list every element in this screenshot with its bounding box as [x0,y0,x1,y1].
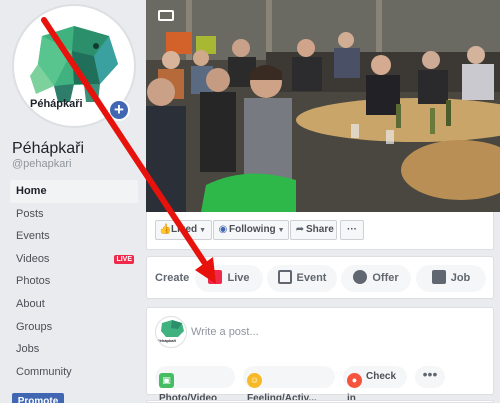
page-title[interactable]: Péhápkaři [12,140,84,158]
create-offer-button[interactable]: Offer [341,265,411,292]
nav-label: Home [16,185,47,197]
live-label: Live [227,272,250,284]
thumbs-up-icon: 👍 [159,224,172,235]
nav-item-about[interactable]: About [10,293,138,316]
offer-tag-icon [353,270,368,284]
offer-label: Offer [372,272,399,284]
page-nav: Home Posts Events Videos LIVE Photos Abou… [10,180,138,383]
page-username[interactable]: @pehapkari [12,158,71,170]
elephant-logo-icon [161,320,184,337]
create-post-type-card: Create Live Event Offer Job [146,256,494,299]
promote-button[interactable]: Promote [12,393,64,403]
create-event-button[interactable]: Event [267,265,337,292]
page-avatar: Péhápkaři [155,316,187,348]
smiley-icon: ☺ [247,373,262,388]
following-button[interactable]: ◉ Following ▼ [213,220,289,240]
create-live-button[interactable]: Live [195,265,263,292]
nav-label: Community [16,365,72,378]
live-badge: LIVE [114,254,134,264]
create-job-button[interactable]: Job [416,265,486,292]
feeling-activity-button[interactable]: ☺Feeling/Activ... [243,366,335,403]
more-composer-options-button[interactable]: ••• [415,366,445,388]
nav-label: About [16,297,45,310]
chevron-down-icon: ▼ [277,227,285,234]
nav-item-groups[interactable]: Groups [10,316,138,339]
nav-item-videos[interactable]: Videos LIVE [10,248,138,271]
nav-item-community[interactable]: Community [10,361,138,384]
following-label: Following [229,224,276,235]
more-options-button[interactable]: ··· [340,220,364,240]
calendar-icon [277,270,292,284]
event-label: Event [296,272,327,284]
cover-photo[interactable] [146,0,500,212]
nav-label: Photos [16,275,51,288]
video-camera-icon [158,10,174,21]
job-label: Job [450,272,471,284]
liked-button[interactable]: 👍Liked ▼ [155,220,212,240]
logo-wordmark: Péhápkaři [30,98,83,110]
nav-item-events[interactable]: Events [10,225,138,248]
nav-item-photos[interactable]: Photos [10,270,138,293]
nav-item-home[interactable]: Home [10,180,138,203]
photo-video-button[interactable]: ▣Photo/Video [155,366,235,403]
meetup-photo-image [146,0,500,212]
nav-label: Videos [16,252,50,265]
chevron-down-icon: ▼ [199,227,207,234]
add-photo-plus-icon[interactable]: + [108,99,130,121]
location-pin-icon: ● [347,373,362,388]
nav-label: Jobs [16,343,40,356]
liked-label: Liked [171,224,198,235]
rss-icon: ◉ [218,224,228,235]
post-composer: Péhápkaři Write a post... ▣Photo/Video ☺… [146,307,494,403]
share-icon: ➦ [295,224,305,235]
briefcase-icon [431,270,446,284]
share-button[interactable]: ➦ Share [290,220,337,240]
nav-label: Events [16,230,50,243]
page-sidebar: Péhápkaři + Péhápkaři @pehapkari Home Po… [0,0,146,403]
nav-item-jobs[interactable]: Jobs [10,338,138,361]
avatar-wordmark: Péhápkaři [157,338,177,343]
photo-icon: ▣ [159,373,174,388]
nav-label: Posts [16,207,44,220]
nav-item-posts[interactable]: Posts [10,203,138,226]
write-post-input[interactable]: Write a post... [191,326,259,338]
live-video-icon [208,270,223,284]
share-label: Share [306,224,334,235]
check-in-button[interactable]: ● Check in [343,366,407,403]
nav-label: Groups [16,320,53,333]
create-label: Create [155,272,190,284]
page-action-bar: 👍Liked ▼ ◉ Following ▼ ➦ Share ··· [146,212,494,250]
